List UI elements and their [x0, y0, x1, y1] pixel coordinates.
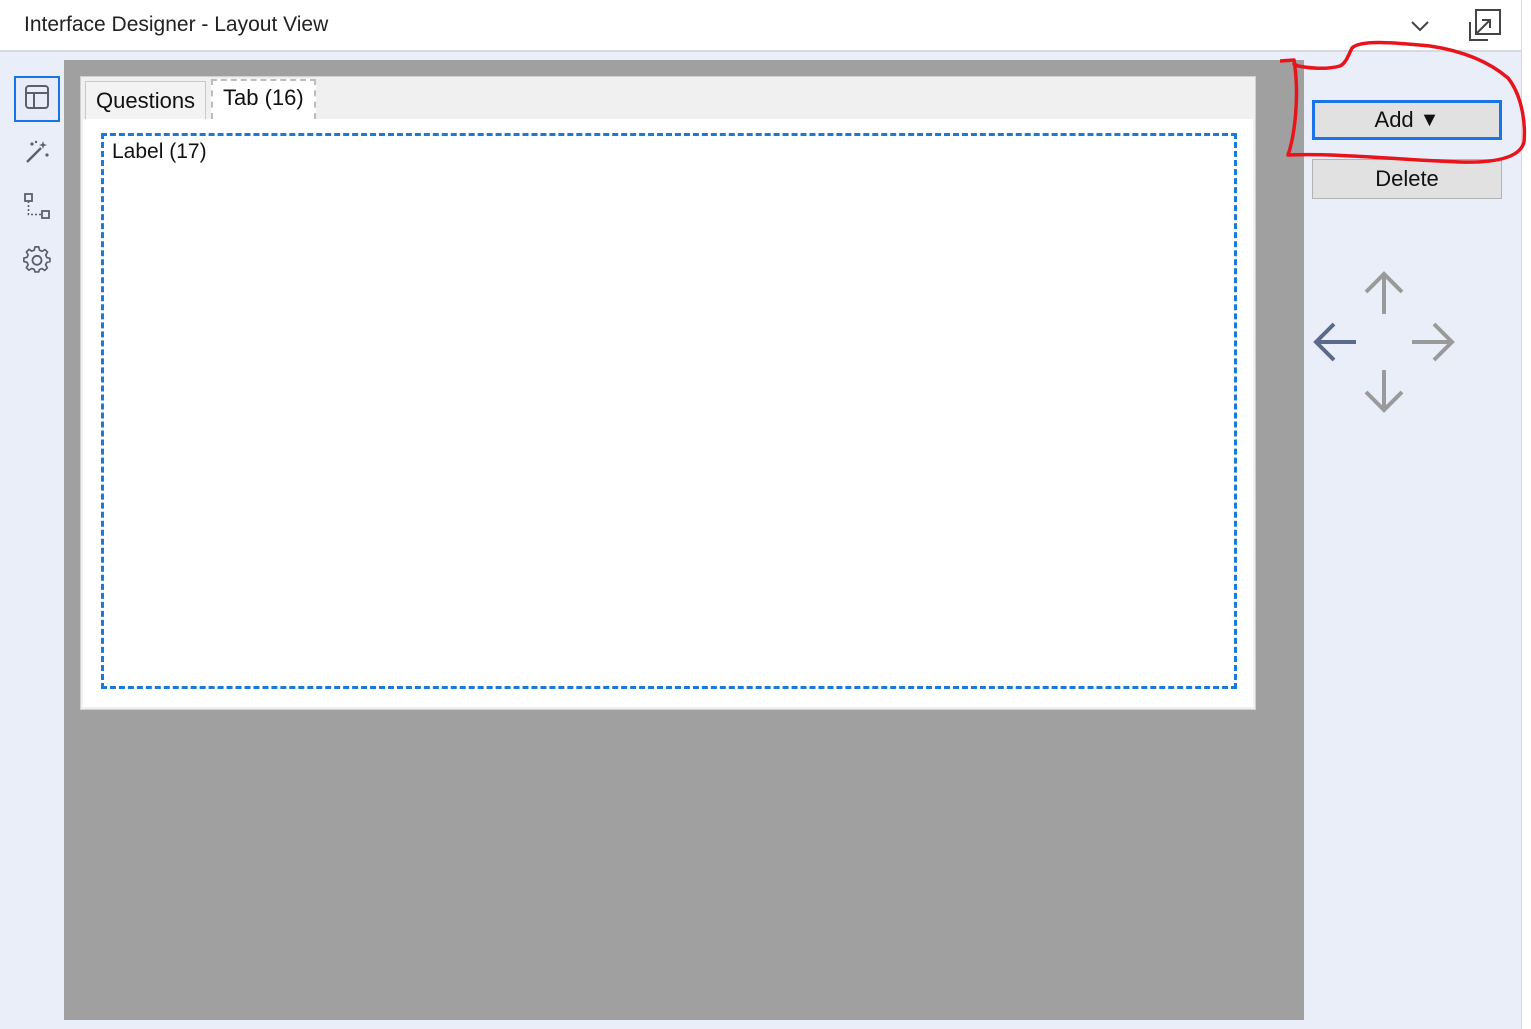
add-button[interactable]: Add ▼: [1312, 100, 1502, 140]
magic-wand-icon: [23, 138, 51, 171]
delete-button[interactable]: Delete: [1312, 159, 1502, 199]
add-button-label: Add: [1374, 107, 1414, 132]
chevron-down-icon[interactable]: [1408, 14, 1432, 38]
title-bar: Interface Designer - Layout View: [0, 0, 1521, 52]
arrow-down-icon[interactable]: [1360, 366, 1408, 414]
tab-questions[interactable]: Questions: [85, 81, 207, 119]
window-edge: [1521, 0, 1531, 1029]
label-control-text: Label (17): [112, 140, 207, 163]
delete-button-label: Delete: [1375, 166, 1439, 191]
pop-out-icon[interactable]: [1468, 8, 1502, 42]
tree-view-icon: [23, 192, 51, 225]
tab-tab-16[interactable]: Tab (16): [211, 79, 316, 119]
arrow-left-icon[interactable]: [1312, 318, 1360, 366]
settings-button[interactable]: [14, 239, 60, 285]
design-canvas: Questions Tab (16) Label (17): [64, 60, 1304, 1020]
form-preview: Questions Tab (16) Label (17): [80, 76, 1256, 710]
wizard-button[interactable]: [14, 131, 60, 177]
dropdown-caret-icon: ▼: [1419, 108, 1440, 131]
tree-view-button[interactable]: [14, 185, 60, 231]
gear-icon: [22, 245, 52, 280]
tab-panel: Label (17): [83, 119, 1253, 707]
arrow-right-icon[interactable]: [1408, 318, 1456, 366]
window-title: Interface Designer - Layout View: [24, 13, 329, 36]
selected-label-control[interactable]: Label (17): [101, 133, 1237, 689]
layout-view-button[interactable]: [14, 76, 60, 122]
arrow-up-icon[interactable]: [1360, 270, 1408, 318]
left-toolbar: [0, 52, 64, 1029]
layout-icon: [23, 83, 51, 116]
